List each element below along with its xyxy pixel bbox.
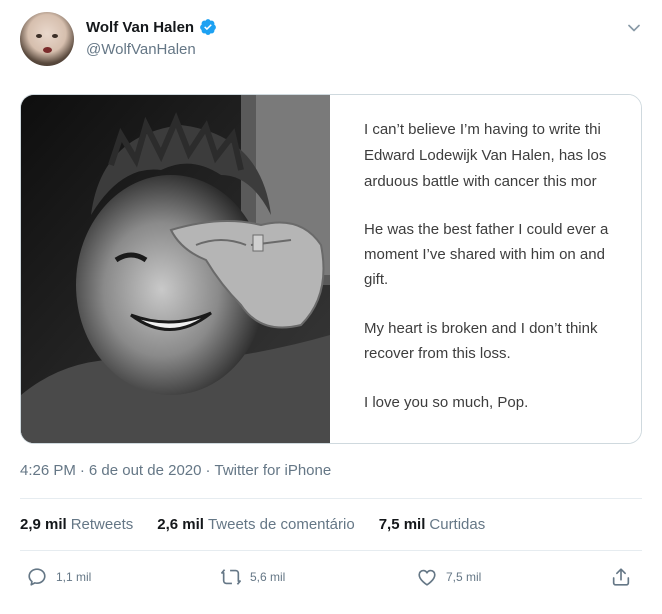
retweet-icon (221, 569, 241, 585)
tweet-stats: 2,9 mil Retweets 2,6 mil Tweets de comentá… (20, 516, 509, 533)
retweet-button[interactable]: 5,6 mil (220, 566, 285, 588)
stat-retweets[interactable]: 2,9 mil Retweets (20, 516, 133, 533)
like-button[interactable]: 7,5 mil (416, 566, 481, 588)
reply-count: 1,1 mil (56, 570, 92, 584)
tweet-meta: 4:26 PM · 6 de out de 2020 · Twitter for… (20, 462, 331, 479)
divider (20, 498, 642, 499)
chevron-down-icon[interactable] (624, 18, 644, 38)
verified-badge-icon (200, 19, 216, 35)
note-text-panel: I can’t believe I’m having to write thi … (330, 95, 641, 443)
tweet-time[interactable]: 4:26 PM (20, 462, 76, 479)
stat-value: 2,6 mil (157, 516, 204, 533)
divider (20, 550, 642, 551)
stat-quote-tweets[interactable]: 2,6 mil Tweets de comentário (157, 516, 354, 533)
stat-label: Tweets de comentário (207, 516, 355, 533)
note-line: recover from this loss. (364, 345, 511, 362)
photo-image[interactable] (21, 95, 330, 443)
note-line: I love you so much, Pop. (364, 394, 529, 411)
share-button[interactable] (610, 566, 632, 588)
avatar[interactable] (20, 12, 74, 66)
tweet-source[interactable]: Twitter for iPhone (214, 462, 331, 479)
tweet-media[interactable]: I can’t believe I’m having to write thi … (20, 94, 642, 444)
author-name-row[interactable]: Wolf Van Halen (86, 18, 217, 36)
stat-value: 2,9 mil (20, 516, 67, 533)
stat-likes[interactable]: 7,5 mil Curtidas (379, 516, 486, 533)
tweet-date[interactable]: 6 de out de 2020 (89, 462, 202, 479)
note-line: He was the best father I could ever a (364, 221, 609, 238)
reply-icon (28, 568, 46, 586)
note-line: arduous battle with cancer this mor (364, 173, 597, 190)
note-line: I can’t believe I’m having to write thi (364, 121, 601, 138)
meta-separator: · (205, 462, 211, 479)
stat-label: Curtidas (429, 516, 486, 533)
share-icon (612, 568, 630, 586)
note-line: moment I’ve shared with him on and (364, 246, 605, 263)
note-line: Edward Lodewijk Van Halen, has los (364, 147, 607, 164)
stat-label: Retweets (70, 516, 134, 533)
author-display-name[interactable]: Wolf Van Halen (86, 19, 194, 36)
like-count: 7,5 mil (446, 570, 482, 584)
note-line: gift. (364, 271, 389, 288)
like-icon (418, 569, 436, 586)
tweet-actions: 1,1 mil 5,6 mil 7,5 mil (20, 566, 642, 596)
tweet-header: Wolf Van Halen @WolfVanHalen (20, 12, 646, 72)
stat-value: 7,5 mil (378, 516, 426, 533)
author-handle[interactable]: @WolfVanHalen (86, 41, 196, 58)
meta-separator: · (79, 462, 85, 479)
reply-button[interactable]: 1,1 mil (26, 566, 91, 588)
note-line: My heart is broken and I don’t think (364, 320, 598, 337)
retweet-count: 5,6 mil (250, 570, 286, 584)
